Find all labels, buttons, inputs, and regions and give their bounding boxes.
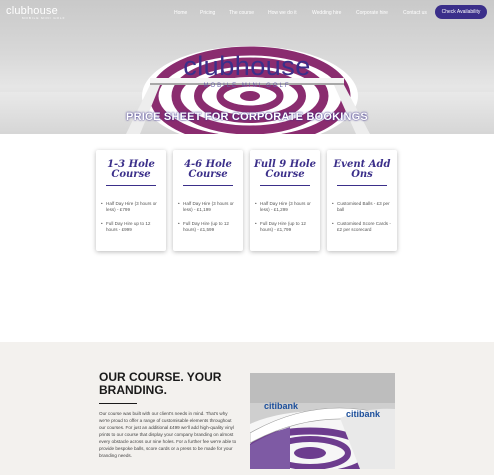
nav-wedding-hire[interactable]: Wedding hire xyxy=(312,10,341,16)
logo-subtitle: MOBILE MINI GOLF xyxy=(22,16,66,20)
card-list-item: • Customised Score Cards - £2 per scoreca… xyxy=(332,221,391,233)
card-divider xyxy=(337,185,387,186)
hero-banner: clubhouse MOBILE MINI GOLF Home Pricing … xyxy=(0,0,494,134)
check-availability-button[interactable]: Check Availability xyxy=(435,5,487,19)
nav-pricing[interactable]: Pricing xyxy=(200,10,215,16)
top-nav: clubhouse MOBILE MINI GOLF Home Pricing … xyxy=(0,0,494,26)
nav-home[interactable]: Home xyxy=(174,10,187,16)
hero-subtitle: PRICE SHEET FOR CORPORATE BOOKINGS xyxy=(126,111,368,123)
card-list-item: • Customised Balls - £3 per ball xyxy=(332,201,390,213)
card-list-item: • Full Day Hire (up to 12 hours) - £1,599 xyxy=(178,221,229,233)
price-card-1-3-hole: 1-3 Hole Course • Half Day Hire (3 hours … xyxy=(96,150,166,251)
nav-contact-us[interactable]: Contact us xyxy=(403,10,427,16)
branding-divider xyxy=(99,403,137,404)
price-card-event-add-ons: Event Add Ons • Customised Balls - £3 per… xyxy=(327,150,397,251)
card-list-item: • Half Day Hire (3 hours or less) - £1,19… xyxy=(178,201,234,213)
card-list-item: • Half Day Hire (3 hours or less) - £1,29… xyxy=(255,201,311,213)
card-title-line2: Ons xyxy=(351,169,373,180)
card-title: 4-6 Hole Course xyxy=(173,160,243,180)
hero-tagline: MOBILE MINI GOLF xyxy=(203,83,291,89)
photo-graphic: citibank citibank xyxy=(250,373,395,469)
card-title-line2: Course xyxy=(265,169,305,180)
nav-the-course[interactable]: The course xyxy=(229,10,254,16)
card-title-line2: Course xyxy=(188,169,228,180)
card-list-item: • Full Day Hire (up to 12 hours) - £1,799 xyxy=(255,221,306,233)
card-list-item: • Half Day Hire (3 hours or less) - £799 xyxy=(101,201,157,213)
nav-corporate-hire[interactable]: Corporate hire xyxy=(356,10,388,16)
card-title: 1-3 Hole Course xyxy=(96,160,166,180)
branded-course-photo: citibank citibank xyxy=(250,373,395,469)
branding-heading-line2: BRANDING. xyxy=(99,383,167,397)
photo-brand-text: citibank xyxy=(264,401,299,411)
branding-heading: OUR COURSE. YOUR BRANDING. xyxy=(99,371,239,397)
branding-section xyxy=(0,342,494,475)
card-divider xyxy=(260,185,310,186)
card-title: Full 9 Hole Course xyxy=(250,160,320,180)
card-divider xyxy=(183,185,233,186)
photo-brand-text: citibank xyxy=(346,409,381,419)
card-divider xyxy=(106,185,156,186)
card-list-item: • Full Day Hire up to 12 hours - £999 xyxy=(101,221,151,233)
branding-body-text: Our course was built with our client's n… xyxy=(99,411,237,458)
hero-title: clubhouse xyxy=(183,51,311,81)
price-card-full-9-hole: Full 9 Hole Course • Half Day Hire (3 hou… xyxy=(250,150,320,251)
card-title: Event Add Ons xyxy=(327,160,397,180)
price-card-4-6-hole: 4-6 Hole Course • Half Day Hire (3 hours … xyxy=(173,150,243,251)
card-title-line2: Course xyxy=(111,169,151,180)
nav-how-we-do-it[interactable]: How we do it xyxy=(268,10,297,16)
